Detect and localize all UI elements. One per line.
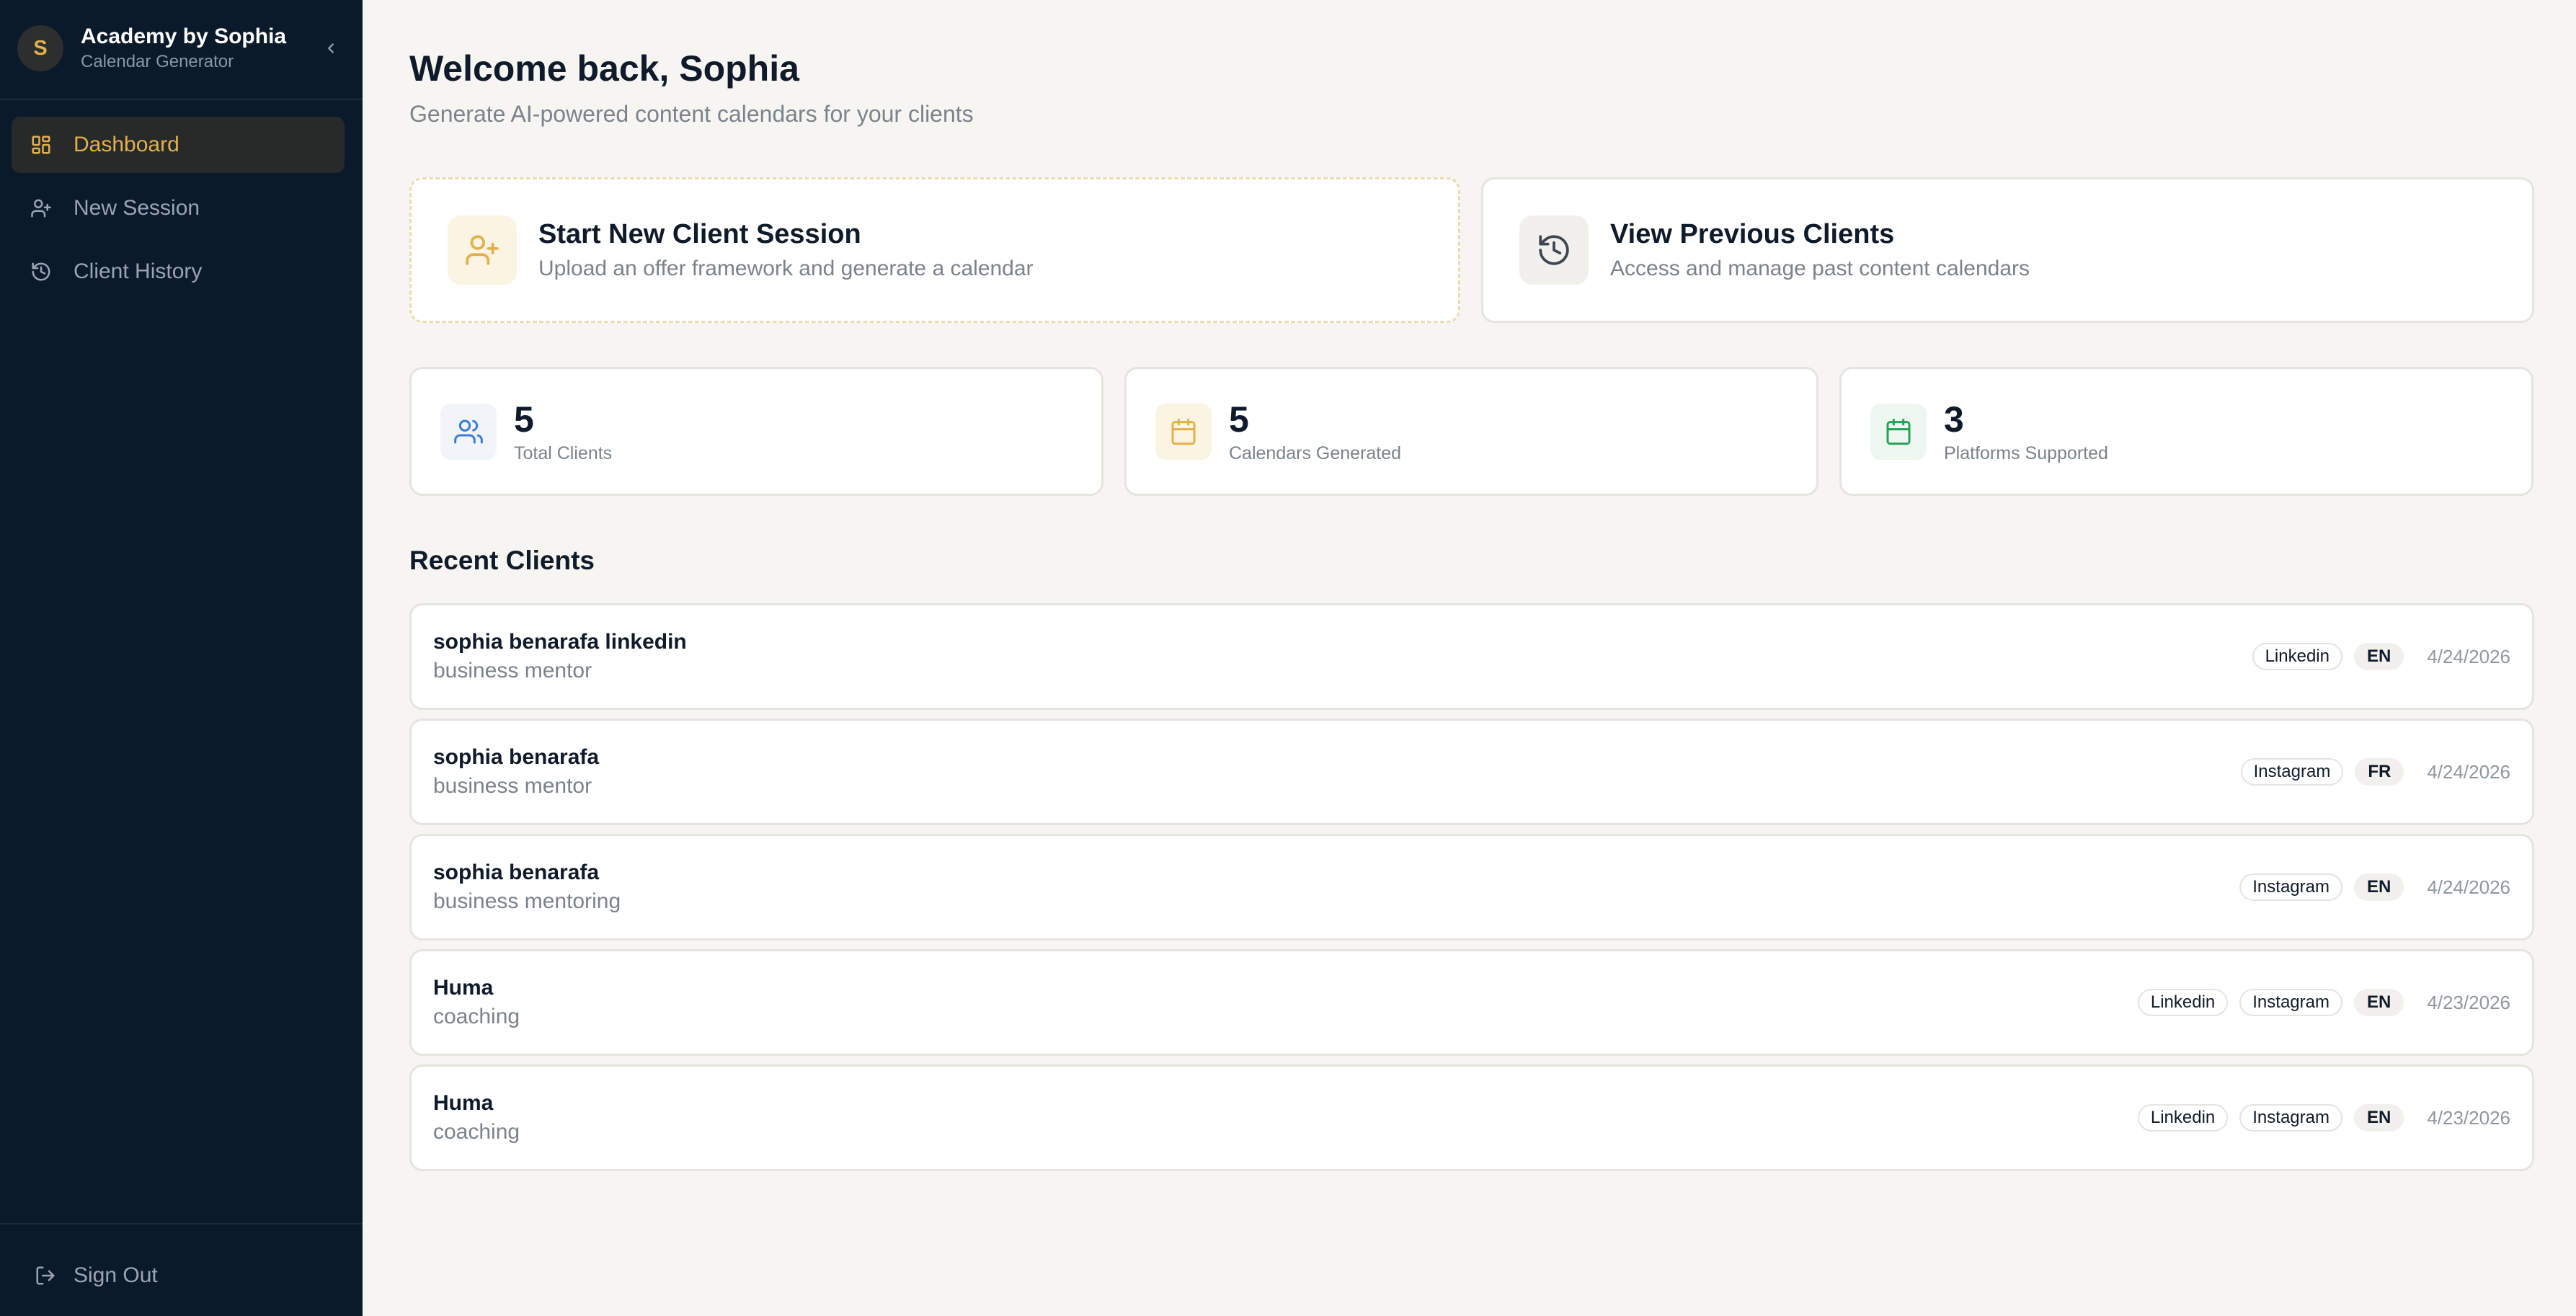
sidebar: S Academy by Sophia Calendar Generator D… [0, 0, 363, 1316]
stat-card-calendars-generated: 5 Calendars Generated [1124, 367, 1818, 496]
log-out-icon [33, 1263, 58, 1288]
platform-tag: Linkedin [2137, 989, 2229, 1016]
language-tag: EN [2353, 643, 2404, 670]
client-info: sophia benarafa linkedin business mentor [433, 628, 687, 685]
action-title: Start New Client Session [538, 219, 861, 249]
sign-out-button[interactable]: Sign Out [33, 1260, 158, 1291]
client-info: sophia benarafa business mentor [433, 744, 599, 800]
recent-clients-title: Recent Clients [409, 546, 595, 575]
user-plus-icon [29, 196, 53, 221]
client-name: sophia benarafa linkedin [433, 630, 687, 654]
start-new-session-card[interactable]: Start New Client Session Upload an offer… [409, 177, 1460, 323]
view-previous-clients-card[interactable]: View Previous Clients Access and manage … [1481, 177, 2534, 323]
sidebar-item-client-history[interactable]: Client History [12, 244, 345, 300]
recent-clients-list: sophia benarafa linkedin business mentor… [409, 603, 2534, 1180]
action-description: Upload an offer framework and generate a… [538, 257, 1034, 280]
history-icon [29, 259, 53, 284]
stat-label: Total Clients [514, 443, 613, 463]
client-meta: Linkedin Instagram EN 4/23/2026 [2126, 1104, 2510, 1132]
client-niche: business mentor [433, 659, 592, 683]
stat-text: 5 Total Clients [514, 399, 612, 464]
sidebar-item-label: Dashboard [74, 133, 179, 156]
brand-header: S Academy by Sophia Calendar Generator [17, 25, 345, 72]
client-row[interactable]: Huma coaching Linkedin Instagram EN 4/23… [409, 1064, 2534, 1171]
client-date: 4/23/2026 [2427, 1106, 2510, 1129]
client-meta: Instagram FR 4/24/2026 [2229, 758, 2510, 786]
language-tag: EN [2353, 873, 2404, 901]
calendar-icon [1155, 403, 1212, 460]
platform-tag: Instagram [2240, 758, 2344, 786]
brand-text: Academy by Sophia Calendar Generator [81, 24, 316, 73]
stat-card-platforms-supported: 3 Platforms Supported [1839, 367, 2533, 496]
dashboard-icon [29, 133, 53, 157]
client-row[interactable]: sophia benarafa business mentor Instagra… [409, 719, 2534, 825]
client-meta: Linkedin EN 4/24/2026 [2241, 643, 2510, 670]
stat-text: 3 Platforms Supported [1944, 399, 2108, 464]
sign-out-label: Sign Out [74, 1263, 158, 1287]
sidebar-item-dashboard[interactable]: Dashboard [12, 117, 345, 173]
client-row[interactable]: Huma coaching Linkedin Instagram EN 4/23… [409, 949, 2534, 1056]
stat-value: 3 [1944, 399, 1964, 440]
stat-value: 5 [514, 399, 534, 440]
platform-tag: Instagram [2239, 873, 2342, 901]
client-niche: coaching [433, 1120, 520, 1144]
language-tag: FR [2355, 758, 2404, 786]
brand-subtitle: Calendar Generator [81, 52, 234, 71]
client-date: 4/24/2026 [2427, 760, 2510, 783]
stat-label: Calendars Generated [1229, 443, 1402, 463]
client-info: Huma coaching [433, 1090, 520, 1146]
sidebar-divider [0, 99, 363, 100]
language-tag: EN [2353, 989, 2404, 1016]
client-name: Huma [433, 1091, 494, 1115]
page-subtitle: Generate AI-powered content calendars fo… [409, 101, 974, 127]
avatar: S [17, 25, 63, 71]
client-name: Huma [433, 976, 494, 1000]
client-info: Huma coaching [433, 974, 520, 1031]
action-text: View Previous Clients Access and manage … [1610, 218, 2030, 283]
platform-tag: Linkedin [2252, 643, 2342, 670]
history-icon [1519, 215, 1589, 285]
client-info: sophia benarafa business mentoring [433, 859, 621, 915]
sidebar-nav: Dashboard New Session Client History [12, 117, 345, 307]
stat-text: 5 Calendars Generated [1229, 399, 1401, 464]
sidebar-item-label: Client History [74, 259, 203, 283]
client-meta: Linkedin Instagram EN 4/23/2026 [2126, 989, 2510, 1016]
stat-value: 5 [1229, 399, 1249, 440]
stat-label: Platforms Supported [1944, 443, 2108, 463]
brand-name: Academy by Sophia [81, 25, 287, 48]
platform-tag: Instagram [2239, 989, 2342, 1016]
action-title: View Previous Clients [1610, 219, 1895, 249]
users-icon [440, 403, 497, 460]
calendar-check-icon [1870, 403, 1927, 460]
stat-card-total-clients: 5 Total Clients [409, 367, 1103, 496]
platform-tag: Instagram [2239, 1104, 2342, 1132]
client-niche: business mentor [433, 774, 592, 798]
client-name: sophia benarafa [433, 861, 600, 884]
sidebar-item-new-session[interactable]: New Session [12, 180, 345, 236]
platform-tag: Linkedin [2137, 1104, 2229, 1132]
client-niche: business mentoring [433, 889, 621, 913]
main-content: Welcome back, Sophia Generate AI-powered… [363, 0, 2576, 1316]
client-name: sophia benarafa [433, 745, 600, 769]
action-description: Access and manage past content calendars [1610, 257, 2030, 280]
sidebar-item-label: New Session [74, 196, 200, 220]
collapse-sidebar-button[interactable] [316, 34, 345, 63]
chevron-left-icon [328, 43, 334, 53]
language-tag: EN [2353, 1104, 2404, 1132]
client-row[interactable]: sophia benarafa linkedin business mentor… [409, 603, 2534, 710]
action-text: Start New Client Session Upload an offer… [538, 218, 1034, 283]
client-niche: coaching [433, 1005, 520, 1028]
sidebar-divider [0, 1223, 363, 1224]
client-meta: Instagram EN 4/24/2026 [2228, 873, 2510, 901]
client-date: 4/24/2026 [2427, 645, 2510, 667]
client-date: 4/24/2026 [2427, 876, 2510, 898]
page-title: Welcome back, Sophia [409, 48, 799, 89]
client-date: 4/23/2026 [2427, 991, 2510, 1013]
client-row[interactable]: sophia benarafa business mentoring Insta… [409, 834, 2534, 941]
user-plus-icon [448, 215, 517, 285]
